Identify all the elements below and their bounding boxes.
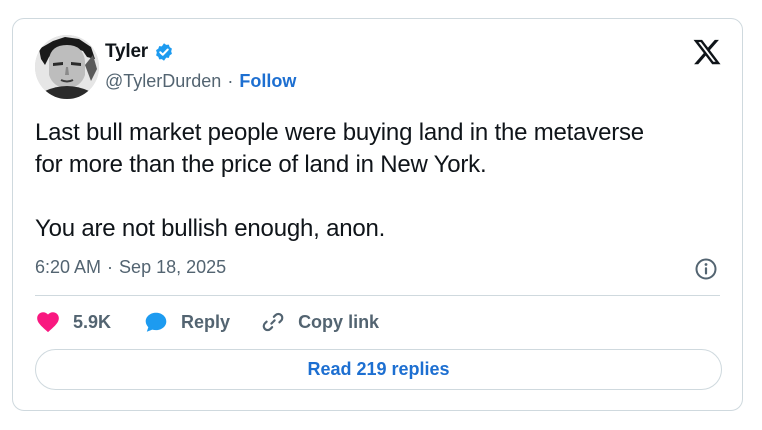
author-name-row: Tyler xyxy=(105,41,174,63)
verified-badge-icon xyxy=(156,43,172,61)
reply-button[interactable]: Reply xyxy=(143,309,230,335)
info-icon[interactable] xyxy=(694,257,718,281)
author-name[interactable]: Tyler xyxy=(105,41,148,63)
author-handle-row: @TylerDurden · Follow xyxy=(105,71,296,92)
tweet-date: Sep 18, 2025 xyxy=(119,257,227,277)
like-button[interactable]: 5.9K xyxy=(35,309,111,335)
reply-label: Reply xyxy=(181,311,231,332)
tweet-time: 6:20 AM xyxy=(35,257,102,277)
link-icon xyxy=(262,312,284,332)
divider xyxy=(35,295,720,296)
read-replies-button[interactable]: Read 219 replies xyxy=(35,349,722,390)
action-bar: 5.9K Reply Copy link xyxy=(35,309,379,335)
copy-link-button[interactable]: Copy link xyxy=(260,309,379,335)
tweet-text: Last bull market people were buying land… xyxy=(35,119,644,242)
copy-link-label: Copy link xyxy=(298,311,380,332)
follow-button[interactable]: Follow xyxy=(239,71,296,92)
tweet-timestamp[interactable]: 6:20 AM · Sep 18, 2025 xyxy=(35,257,226,278)
timestamp-separator: · xyxy=(107,257,114,277)
avatar-image xyxy=(35,35,99,99)
x-logo-icon[interactable] xyxy=(692,37,722,67)
tweet-card: Tyler @TylerDurden · Follow Last bull ma… xyxy=(12,18,743,411)
reply-bubble-icon xyxy=(145,312,167,332)
handle-separator: · xyxy=(227,71,234,91)
author-handle[interactable]: @TylerDurden xyxy=(105,71,221,92)
heart-icon xyxy=(37,312,59,333)
avatar[interactable] xyxy=(35,35,99,99)
like-count: 5.9K xyxy=(73,311,112,332)
